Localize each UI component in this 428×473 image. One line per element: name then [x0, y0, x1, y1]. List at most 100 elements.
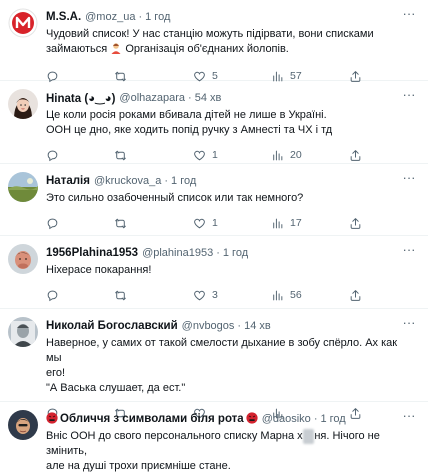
like-button[interactable]: 1: [193, 217, 271, 230]
display-name[interactable]: Hinata (◕‿◕): [46, 91, 115, 105]
tweet[interactable]: Обличчя з символами біля рота @daosiko ·…: [0, 402, 428, 473]
tweet-text-line: Це коли росія роками вбивала дітей не ли…: [46, 109, 327, 121]
tweet[interactable]: Наталія @kruckova_a · 1 год ··· Это силь…: [0, 164, 428, 236]
tweet-text: Ніхерасе покарання!: [46, 263, 418, 278]
handle[interactable]: @moz_ua: [85, 11, 135, 23]
tweet-text: Чудовий список! У нас станцію можуть під…: [46, 27, 418, 59]
views-count: 56: [290, 289, 302, 301]
censored-text: уй: [302, 429, 315, 444]
timestamp[interactable]: 1 год: [223, 247, 248, 259]
share-icon: [349, 289, 362, 302]
tweet-text-line: ООН це дно, яке ходить попід ручку з Амн…: [46, 124, 333, 136]
tweet-text-line: Чудовий список! У нас станцію можуть під…: [46, 28, 374, 40]
handle[interactable]: @plahina1953: [142, 247, 213, 259]
person-emoji-icon: [110, 42, 122, 59]
heart-icon: [193, 149, 206, 162]
separator-dot: ·: [237, 320, 242, 332]
tweet-text-fragment: займаються: [46, 43, 108, 55]
display-name[interactable]: M.S.A.: [46, 11, 81, 23]
tweet-text-fragment: Вніс ООН до свого персонального списку М…: [46, 430, 303, 442]
views-count: 20: [290, 149, 302, 161]
like-button[interactable]: 3: [193, 289, 271, 302]
timestamp[interactable]: 14 хв: [244, 320, 271, 332]
tweet-text-line: Ніхерасе покарання!: [46, 264, 152, 276]
tweet[interactable]: Hinata (◕‿◕) @olhazapara · 54 хв ··· Це …: [0, 81, 428, 164]
reply-button[interactable]: [46, 217, 114, 230]
avatar[interactable]: [8, 89, 38, 119]
handle[interactable]: @olhazapara: [119, 92, 185, 104]
tweet[interactable]: 1956Plahina1953 @plahina1953 · 1 год ···…: [0, 236, 428, 309]
views-button[interactable]: 20: [271, 149, 349, 162]
retweet-button[interactable]: [114, 149, 193, 162]
tweet-text-line: его!: [46, 367, 66, 379]
handle[interactable]: @nvbogos: [182, 320, 235, 332]
tweet-text-fragment: Організація об'єднаних йолопів.: [125, 43, 289, 55]
separator-dot: ·: [164, 175, 169, 187]
display-name[interactable]: Николай Богославский: [46, 320, 178, 332]
timestamp[interactable]: 1 год: [145, 11, 170, 23]
like-count: 1: [212, 149, 218, 161]
tweet-text-line: але на душі трохи приємніше стане.: [46, 460, 231, 472]
tweet[interactable]: Николай Богославский @nvbogos · 14 хв ··…: [0, 309, 428, 419]
reply-icon: [46, 289, 59, 302]
tweet-text: Це коли росія роками вбивала дітей не ли…: [46, 108, 418, 138]
timestamp[interactable]: 1 год: [171, 175, 196, 187]
angry-face-symbols-emoji-icon: [46, 411, 58, 427]
avatar[interactable]: [8, 317, 38, 347]
tweet-actions: 3 56: [46, 283, 418, 307]
angry-face-symbols-emoji-icon: [246, 411, 258, 427]
views-count: 17: [290, 217, 302, 229]
heart-icon: [193, 289, 206, 302]
more-horizontal-icon[interactable]: ···: [400, 409, 418, 425]
tweet-text: Наверное, у самих от такой смелости дыха…: [46, 336, 418, 396]
share-button[interactable]: [349, 149, 369, 162]
reply-icon: [46, 217, 59, 230]
reply-button[interactable]: [46, 289, 114, 302]
views-icon: [271, 289, 284, 302]
display-name[interactable]: Обличчя з символами біля рота: [60, 413, 244, 425]
like-count: 1: [212, 217, 218, 229]
views-icon: [271, 217, 284, 230]
avatar[interactable]: [8, 244, 38, 274]
separator-dot: ·: [313, 413, 318, 425]
tweet[interactable]: M.S.A. @moz_ua · 1 год ··· Чудовий списо…: [0, 0, 428, 82]
views-button[interactable]: 17: [271, 217, 349, 230]
avatar[interactable]: [8, 8, 38, 38]
more-horizontal-icon[interactable]: ···: [400, 243, 418, 259]
timestamp[interactable]: 1 год: [320, 413, 345, 425]
more-horizontal-icon[interactable]: ···: [400, 7, 418, 23]
share-button[interactable]: [349, 289, 369, 302]
tweet-actions: 1 17: [46, 211, 418, 235]
tweet-text-line: Вніс ООН до свого персонального списку М…: [46, 429, 408, 459]
views-button[interactable]: 56: [271, 289, 349, 302]
tweet-text-line: "А Васька слушает, да ест.": [46, 382, 186, 394]
avatar[interactable]: [8, 410, 38, 440]
display-name[interactable]: Наталія: [46, 175, 90, 187]
handle[interactable]: @kruckova_a: [94, 175, 161, 187]
tweet-text-line: Наверное, у самих от такой смелости дыха…: [46, 337, 398, 364]
tweet-text: Вніс ООН до свого персонального списку М…: [46, 429, 418, 473]
display-name[interactable]: 1956Plahina1953: [46, 247, 138, 259]
tweet-text: Это сильно озабоченный список или так не…: [46, 191, 418, 206]
reply-button[interactable]: [46, 149, 114, 162]
more-horizontal-icon[interactable]: ···: [400, 316, 418, 332]
share-button[interactable]: [349, 217, 369, 230]
handle[interactable]: @daosiko: [262, 413, 311, 425]
reply-icon: [46, 149, 59, 162]
retweet-button[interactable]: [114, 217, 193, 230]
more-horizontal-icon[interactable]: ···: [400, 88, 418, 104]
like-button[interactable]: 1: [193, 149, 271, 162]
share-icon: [349, 149, 362, 162]
avatar[interactable]: [8, 172, 38, 202]
separator-dot: ·: [138, 11, 143, 23]
separator-dot: ·: [188, 92, 192, 104]
views-icon: [271, 149, 284, 162]
share-icon: [349, 217, 362, 230]
separator-dot: ·: [216, 247, 220, 259]
timestamp[interactable]: 54 хв: [195, 92, 222, 104]
more-horizontal-icon[interactable]: ···: [400, 171, 418, 187]
retweet-icon: [114, 149, 127, 162]
retweet-icon: [114, 289, 127, 302]
retweet-button[interactable]: [114, 289, 193, 302]
heart-icon: [193, 217, 206, 230]
